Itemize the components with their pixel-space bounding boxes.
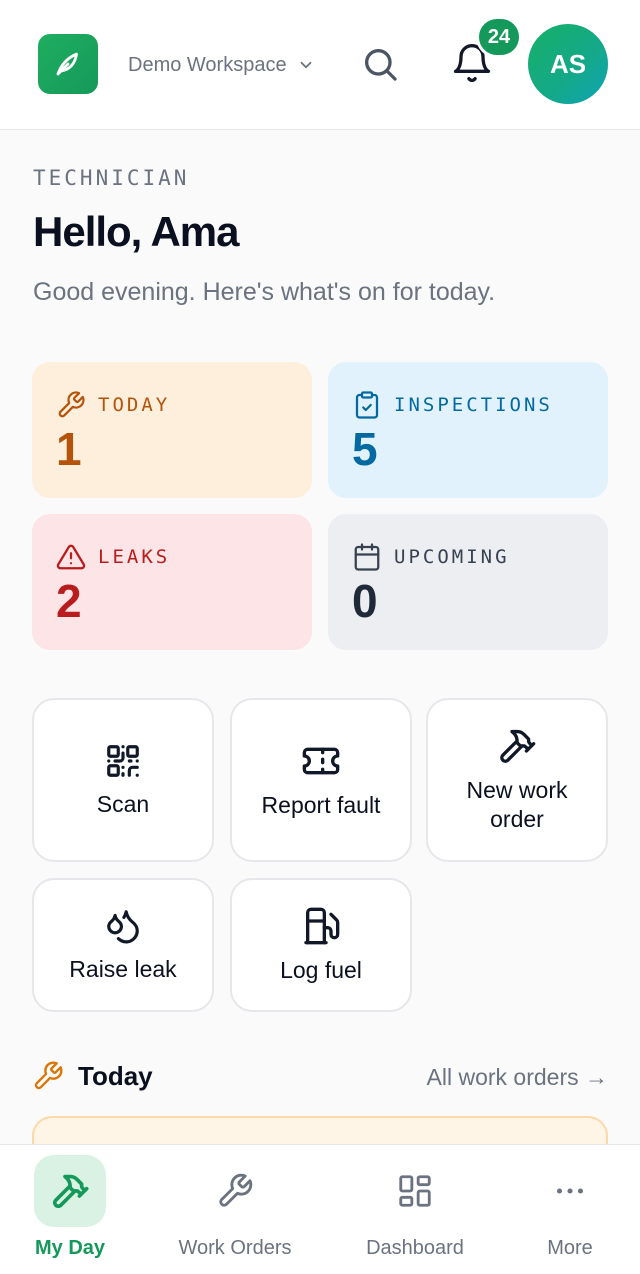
app-logo[interactable] bbox=[38, 34, 98, 94]
stat-value: 2 bbox=[56, 575, 82, 627]
fuel-icon bbox=[304, 907, 340, 944]
warning-triangle-icon bbox=[56, 544, 86, 570]
nav-label: More bbox=[547, 1237, 593, 1259]
leaf-pen-icon bbox=[56, 52, 78, 76]
stat-label: TODAY bbox=[98, 394, 171, 416]
raise-leak-button[interactable]: Raise leak bbox=[32, 878, 214, 1012]
stat-label: UPCOMING bbox=[394, 546, 510, 568]
hammer-icon bbox=[52, 1174, 89, 1209]
notification-count-badge: 24 bbox=[476, 16, 522, 58]
all-work-orders-link[interactable]: All work orders → bbox=[427, 1064, 608, 1091]
user-avatar[interactable]: AS bbox=[528, 24, 608, 104]
wrench-icon bbox=[58, 391, 85, 418]
page-title: Hello, Ama bbox=[33, 208, 239, 255]
tile-label: Scan bbox=[96, 790, 150, 817]
nav-icon-container bbox=[534, 1155, 606, 1227]
report-fault-button[interactable]: Report fault bbox=[230, 698, 412, 862]
tile-label: Raise leak bbox=[69, 955, 177, 982]
wrench-icon bbox=[34, 1061, 63, 1090]
stat-label: INSPECTIONS bbox=[394, 394, 553, 416]
nav-work-orders[interactable]: Work Orders bbox=[160, 1155, 310, 1271]
tile-label: New work order bbox=[466, 777, 568, 832]
bottom-navigation: My Day Work Orders Dashboard More bbox=[0, 1144, 640, 1274]
nav-my-day[interactable]: My Day bbox=[0, 1155, 145, 1271]
stat-value: 1 bbox=[56, 423, 82, 475]
log-fuel-button[interactable]: Log fuel bbox=[230, 878, 412, 1012]
workspace-switcher[interactable]: Demo Workspace bbox=[128, 50, 315, 80]
stat-card-leaks[interactable]: LEAKS 2 bbox=[32, 514, 312, 650]
ticket-icon bbox=[302, 747, 340, 774]
stat-label: LEAKS bbox=[98, 546, 171, 568]
nav-icon-container bbox=[379, 1155, 451, 1227]
workspace-name: Demo Workspace bbox=[128, 53, 287, 76]
scan-button[interactable]: Scan bbox=[32, 698, 214, 862]
hammer-icon bbox=[500, 729, 536, 763]
greeting-subtitle: Good evening. Here's what's on for today… bbox=[33, 278, 496, 306]
calendar-icon bbox=[354, 543, 380, 571]
tile-label: Report fault bbox=[261, 791, 381, 818]
top-bar: Demo Workspace 24 AS bbox=[0, 0, 640, 130]
chevron-down-icon bbox=[300, 61, 311, 69]
tile-label: Log fuel bbox=[280, 956, 362, 983]
stat-card-today[interactable]: TODAY 1 bbox=[32, 362, 312, 498]
stat-value: 0 bbox=[352, 575, 378, 627]
nav-label: Dashboard bbox=[366, 1237, 464, 1259]
stat-card-upcoming[interactable]: UPCOMING 0 bbox=[328, 514, 608, 650]
nav-label: My Day bbox=[34, 1237, 106, 1259]
qr-code-icon bbox=[107, 744, 139, 777]
dashboard-grid-icon bbox=[399, 1175, 431, 1207]
nav-label: Work Orders bbox=[178, 1237, 292, 1259]
nav-dashboard[interactable]: Dashboard bbox=[340, 1155, 490, 1271]
wrench-icon bbox=[219, 1173, 253, 1207]
nav-icon-container bbox=[34, 1155, 106, 1227]
role-label: TECHNICIAN bbox=[33, 166, 190, 190]
nav-more[interactable]: More bbox=[495, 1155, 640, 1271]
more-dots-icon bbox=[556, 1188, 584, 1194]
clipboard-check-icon bbox=[355, 391, 379, 419]
stat-card-inspections[interactable]: INSPECTIONS 5 bbox=[328, 362, 608, 498]
section-title: Today bbox=[78, 1060, 153, 1091]
today-section-header: Today bbox=[32, 1060, 153, 1092]
nav-icon-container bbox=[199, 1155, 271, 1227]
new-work-order-button[interactable]: New work order bbox=[426, 698, 608, 862]
stat-value: 5 bbox=[352, 423, 378, 475]
droplets-icon bbox=[107, 909, 139, 943]
search-icon[interactable] bbox=[360, 44, 400, 84]
app-screen: Demo Workspace 24 AS TECHNICIAN Hello, A… bbox=[0, 0, 640, 1274]
